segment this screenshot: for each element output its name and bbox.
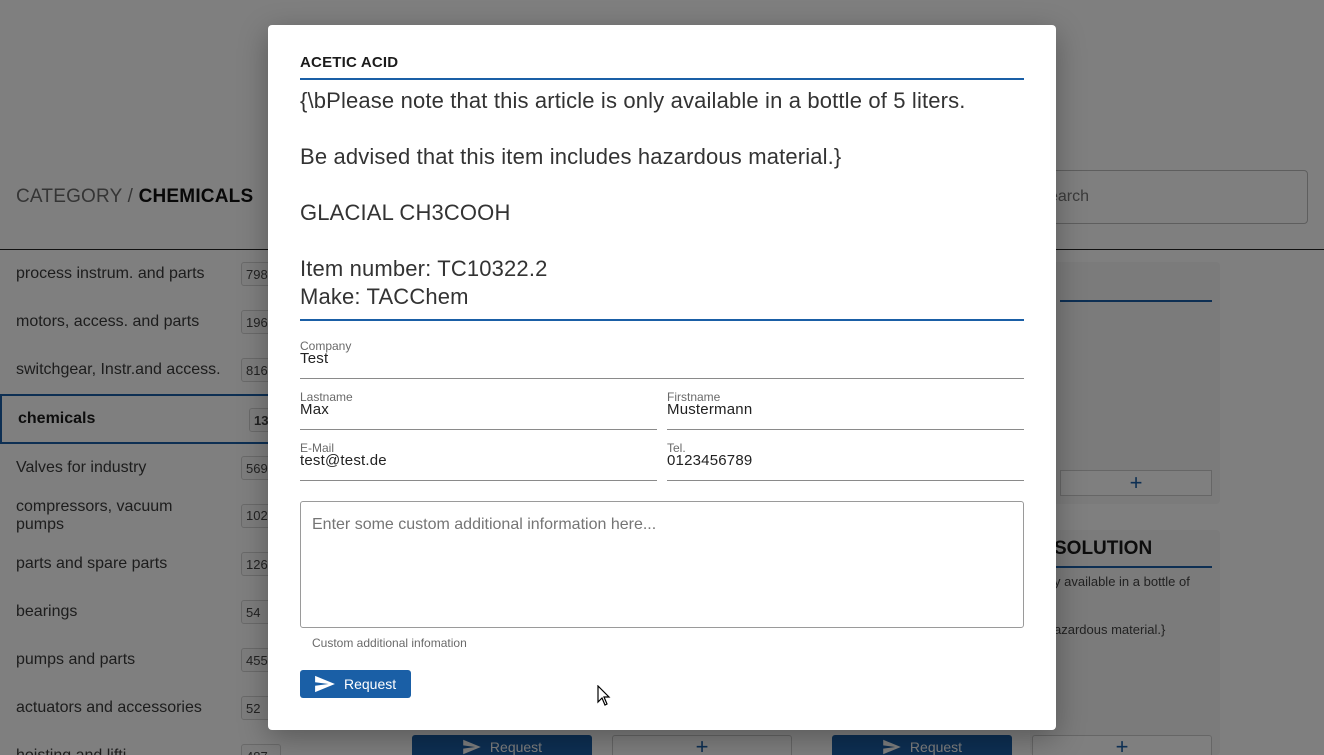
item-number: Item number: TC10322.2 — [300, 256, 548, 281]
product-description: {\bPlease note that this article is only… — [300, 87, 1024, 311]
request-button[interactable]: Request — [300, 670, 411, 698]
request-button-label: Request — [344, 676, 397, 692]
description-line: {\bPlease note that this article is only… — [300, 88, 966, 113]
lastname-field[interactable]: Lastname Max — [300, 390, 657, 430]
description-underline — [300, 319, 1024, 321]
tel-field[interactable]: Tel. 0123456789 — [667, 441, 1024, 481]
title-underline — [300, 78, 1024, 80]
email-field[interactable]: E-Mail test@test.de — [300, 441, 657, 481]
send-icon — [315, 675, 335, 693]
email-value: test@test.de — [300, 452, 387, 469]
company-field[interactable]: Company Test — [300, 339, 1024, 379]
firstname-field[interactable]: Firstname Mustermann — [667, 390, 1024, 430]
tel-value: 0123456789 — [667, 452, 753, 469]
description-line: Be advised that this item includes hazar… — [300, 144, 842, 169]
firstname-value: Mustermann — [667, 401, 753, 418]
custom-info-textarea[interactable] — [300, 501, 1024, 628]
make: Make: TACChem — [300, 284, 469, 309]
custom-info-hint: Custom additional infomation — [312, 636, 467, 650]
lastname-value: Max — [300, 401, 329, 418]
description-line: GLACIAL CH3COOH — [300, 200, 511, 225]
dialog-title: ACETIC ACID — [300, 54, 399, 71]
request-dialog: ACETIC ACID {\bPlease note that this art… — [268, 25, 1056, 730]
company-value: Test — [300, 350, 329, 367]
mouse-cursor-icon — [597, 685, 611, 706]
